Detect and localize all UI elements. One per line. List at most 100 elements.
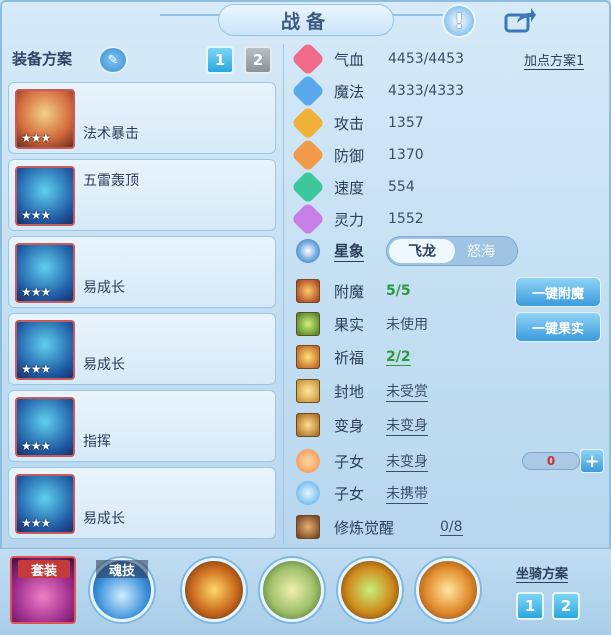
warrior-skill-icon[interactable]: [416, 558, 480, 622]
attribute-plan-link[interactable]: 加点方案1: [524, 50, 585, 70]
equipment-icon: ★★★: [15, 397, 75, 457]
title-ornament-left: [160, 14, 220, 16]
equipment-card-4[interactable]: ★★★ 易成长: [8, 313, 276, 385]
star-icon: [296, 239, 320, 263]
fruit-icon: [296, 312, 320, 336]
equipment-tab-1[interactable]: 1: [206, 46, 234, 74]
attr-value[interactable]: 0/8: [440, 519, 463, 536]
attr-label: 变身: [334, 416, 365, 435]
stat-value: 1552: [388, 211, 424, 227]
plus-icon[interactable]: +: [580, 449, 604, 473]
page-title: 战备: [218, 4, 394, 36]
stat-spirit: 灵力 1552: [291, 202, 424, 236]
transform-icon: [296, 413, 320, 437]
equipment-name: 指挥: [83, 434, 111, 450]
attr-enchant: 附魔 5/5: [296, 277, 411, 305]
info-icon[interactable]: !: [442, 4, 476, 38]
stat-label: 气血: [334, 50, 365, 69]
attr-label: 子女: [334, 484, 365, 503]
lightning-icon: [291, 170, 325, 204]
stat-label: 攻击: [334, 114, 365, 133]
soul-skill-label: 魂技: [96, 560, 148, 579]
stat-defense: 防御 1370: [291, 138, 424, 172]
equipment-name: 法术暴击: [83, 126, 139, 142]
auto-enchant-button[interactable]: 一键附魔: [515, 277, 601, 307]
stat-label: 防御: [334, 146, 365, 165]
toggle-option-feilong[interactable]: 飞龙: [389, 239, 455, 263]
dragon-skill-icon[interactable]: [338, 558, 402, 622]
equipment-icon: ★★★: [15, 243, 75, 303]
scroll-icon: [296, 379, 320, 403]
equipment-tab-2[interactable]: 2: [244, 46, 272, 74]
attr-label: 子女: [334, 452, 365, 471]
enchant-icon: [296, 279, 320, 303]
mount-tab-1[interactable]: 1: [516, 592, 544, 620]
auto-fruit-button[interactable]: 一键果实: [515, 312, 601, 342]
stat-attack: 攻击 1357: [291, 106, 424, 140]
attr-label: 祈福: [334, 348, 365, 367]
attr-label: 封地: [334, 382, 365, 401]
equipment-icon: ★★★: [15, 474, 75, 534]
toggle-option-nuhai[interactable]: 怒海: [451, 239, 511, 263]
star-rating: ★★★: [21, 285, 51, 299]
shield-icon: [291, 138, 325, 172]
share-icon[interactable]: [502, 4, 538, 36]
star-rating: ★★★: [21, 362, 51, 376]
star-rating: ★★★: [21, 131, 51, 145]
child-counter: 0: [522, 452, 580, 470]
blessing-icon: [296, 345, 320, 369]
equipment-card-5[interactable]: ★★★ 指挥: [8, 390, 276, 462]
stat-value: 4333/4333: [388, 83, 464, 99]
mana-icon: [291, 74, 325, 108]
paw-icon: [296, 481, 320, 505]
attr-child-2: 子女 未携带: [296, 479, 428, 507]
light-skill-icon[interactable]: [260, 558, 324, 622]
fist-skill-icon[interactable]: [182, 558, 246, 622]
stat-label: 魔法: [334, 82, 365, 101]
equipment-icon: ★★★: [15, 89, 75, 149]
equipment-card-6[interactable]: ★★★ 易成长: [8, 467, 276, 539]
attr-child-1: 子女 未变身: [296, 447, 428, 475]
attr-value[interactable]: 未受赏: [386, 381, 428, 402]
heart-icon: [291, 42, 325, 76]
attr-transform: 变身 未变身: [296, 411, 428, 439]
attr-value[interactable]: 未变身: [386, 415, 428, 436]
edit-pencil-icon[interactable]: ✎: [98, 46, 128, 74]
equipment-name: 易成长: [83, 511, 125, 527]
equipment-card-1[interactable]: ★★★ 法术暴击: [8, 82, 276, 154]
equipment-icon: ★★★: [15, 166, 75, 226]
equipment-icon: ★★★: [15, 320, 75, 380]
attr-cultivation: 修炼觉醒 0/8: [296, 513, 463, 541]
attr-blessing: 祈福 2/2: [296, 343, 411, 371]
stat-value: 1357: [388, 115, 424, 131]
star-rating: ★★★: [21, 516, 51, 530]
equipment-card-2[interactable]: ★★★ 五雷轰顶: [8, 159, 276, 231]
equipment-card-3[interactable]: ★★★ 易成长: [8, 236, 276, 308]
stat-value: 4453/4453: [388, 51, 464, 67]
attr-value: 5/5: [386, 283, 411, 299]
column-divider: [283, 44, 284, 544]
mount-tab-2[interactable]: 2: [552, 592, 580, 620]
suit-label: 套装: [18, 560, 70, 579]
attr-value[interactable]: 未变身: [386, 451, 428, 472]
stat-speed: 速度 554: [291, 170, 415, 204]
equipment-name: 易成长: [83, 280, 125, 296]
stat-mp: 魔法 4333/4333: [291, 74, 464, 108]
attr-label: 附魔: [334, 282, 365, 301]
star-rating: ★★★: [21, 439, 51, 453]
stat-value: 1370: [388, 147, 424, 163]
cultivation-icon: [296, 515, 320, 539]
mount-plan-label[interactable]: 坐骑方案: [516, 563, 569, 583]
equipment-name: 易成长: [83, 357, 125, 373]
equipment-plan-label: 装备方案: [12, 50, 73, 68]
equipment-name: 五雷轰顶: [83, 173, 139, 189]
stat-value: 554: [388, 179, 415, 195]
attr-fief: 封地 未受赏: [296, 377, 428, 405]
sword-icon: [291, 106, 325, 140]
attr-value[interactable]: 2/2: [386, 349, 411, 366]
attr-value[interactable]: 未携带: [386, 483, 428, 504]
constellation-row: 星象: [296, 236, 365, 266]
attr-value: 未使用: [386, 317, 428, 333]
constellation-label[interactable]: 星象: [334, 240, 365, 262]
constellation-toggle[interactable]: 飞龙 怒海: [386, 236, 518, 266]
